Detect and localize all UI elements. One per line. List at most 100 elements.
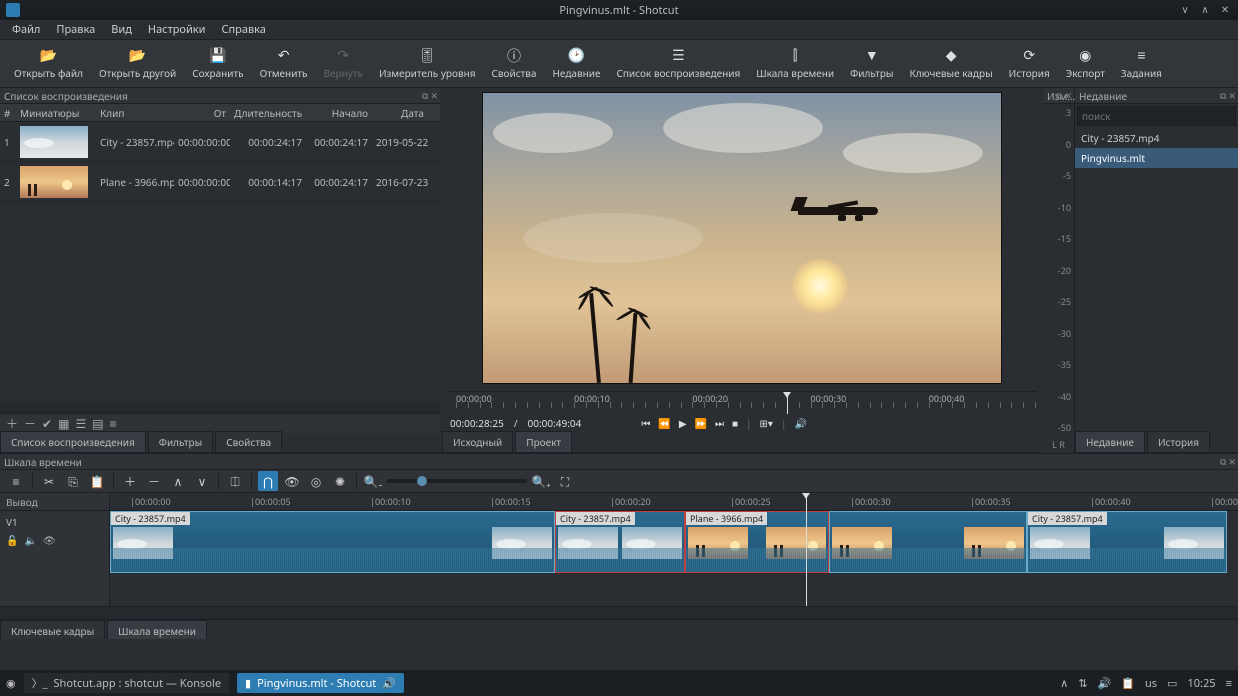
open-other-button[interactable]: 📂Открыть другой [91, 45, 184, 83]
ripple-icon[interactable]: ◎ [306, 471, 326, 491]
tray-menu-icon[interactable]: ≡ [1226, 676, 1232, 691]
save-button[interactable]: 💾Сохранить [184, 45, 251, 83]
col-date[interactable]: Дата [372, 104, 428, 122]
meter-button[interactable]: 🎚Измеритель уровня [371, 45, 484, 83]
col-start[interactable]: Начало [306, 104, 372, 122]
playlist-row[interactable]: 2Plane - 3966.mp400:00:00:0000:00:14:170… [0, 162, 440, 202]
tab-project[interactable]: Проект [515, 431, 572, 452]
col-thumb[interactable]: Миниатюры [16, 104, 96, 122]
col-index[interactable]: # [0, 104, 16, 122]
append-icon[interactable]: ＋ [120, 471, 140, 491]
recent-search-input[interactable] [1077, 106, 1236, 126]
lift-icon[interactable]: ∧ [168, 471, 188, 491]
panel-close-icon[interactable]: ✕ [430, 89, 438, 102]
playlist-hscroll[interactable] [0, 403, 440, 413]
overwrite-icon[interactable]: ∨ [192, 471, 212, 491]
tab-source[interactable]: Исходный [442, 431, 513, 452]
fast-forward-icon[interactable]: ⏩ [695, 416, 707, 430]
skip-start-icon[interactable]: ⏮ [641, 416, 650, 430]
pl-check-icon[interactable]: ✔ [42, 415, 52, 432]
tray-clock[interactable]: 10:25 [1187, 676, 1215, 691]
split-icon[interactable]: ⎅ [225, 471, 245, 491]
meter-undock-icon[interactable]: ⧉ [1056, 89, 1062, 102]
col-clip[interactable]: Клип [96, 104, 174, 122]
zoom-fit-timeline-icon[interactable]: ⛶ [555, 471, 575, 491]
pl-list-icon[interactable]: ☰ [75, 415, 86, 432]
tray-clipboard-icon[interactable]: 📋 [1121, 676, 1135, 691]
menu-file[interactable]: Файл [6, 20, 46, 39]
tasks-button[interactable]: ≡Задания [1113, 45, 1170, 83]
col-dur[interactable]: Длительность [230, 104, 306, 122]
preview[interactable] [442, 88, 1041, 391]
stop-icon[interactable]: ■ [732, 416, 738, 430]
timeline-hscroll[interactable] [0, 607, 1238, 619]
zoom-in-icon[interactable]: 🔍₊ [531, 471, 551, 491]
tl-output-row[interactable]: Вывод [0, 493, 109, 511]
menu-settings[interactable]: Настройки [142, 20, 212, 39]
recent-close-icon[interactable]: ✕ [1228, 89, 1236, 102]
track-lock-icon[interactable]: 🔓 [6, 533, 18, 547]
menu-edit[interactable]: Правка [50, 20, 101, 39]
task-konsole[interactable]: 〉_ Shotcut.app : shotcut — Konsole [24, 673, 229, 693]
close-icon[interactable]: ✕ [1218, 2, 1232, 16]
pl-add-icon[interactable]: ＋ [6, 415, 18, 432]
menu-help[interactable]: Справка [215, 20, 271, 39]
tab-properties[interactable]: Свойства [215, 431, 282, 452]
tray-network-icon[interactable]: ⇅ [1078, 676, 1087, 691]
timeline-clip[interactable]: City - 23857.mp4 [110, 511, 555, 573]
tab-history[interactable]: История [1147, 431, 1210, 452]
timeline-clip[interactable]: City - 23857.mp4 [555, 511, 685, 573]
ripple-all-icon[interactable]: ✺ [330, 471, 350, 491]
tab-filters[interactable]: Фильтры [148, 431, 213, 452]
recent-item[interactable]: Pingvinus.mlt [1075, 148, 1238, 168]
cut-icon[interactable]: ✂ [39, 471, 59, 491]
playhead[interactable] [806, 493, 807, 606]
zoom-fit-icon[interactable]: ⊞▾ [760, 416, 773, 430]
timeline-button[interactable]: ⫿Шкала времени [748, 45, 842, 83]
task-shotcut[interactable]: ▮ Pingvinus.mlt - Shotcut 🔊 [237, 673, 404, 693]
keyframes-button[interactable]: ◆Ключевые кадры [902, 45, 1001, 83]
timeline-ruler[interactable]: |00:00:00|00:00:05|00:00:10|00:00:15|00:… [110, 493, 1238, 511]
copy-icon[interactable]: ⎘ [63, 471, 83, 491]
playlist-button[interactable]: ☰Список воспроизведения [608, 45, 748, 83]
properties-button[interactable]: ⓘСвойства [484, 45, 545, 83]
app-launcher-icon[interactable]: ◉ [6, 676, 16, 691]
tab-timeline[interactable]: Шкала времени [107, 620, 207, 639]
track-mute-icon[interactable]: 🔈 [24, 533, 36, 547]
tray-volume-icon[interactable]: 🔊 [1098, 676, 1112, 691]
track-header-v1[interactable]: V1 🔓 🔈 👁 [0, 511, 109, 573]
history-button[interactable]: ⟳История [1001, 45, 1058, 83]
preview-marker[interactable] [787, 392, 788, 414]
paste-icon[interactable]: 📋 [87, 471, 107, 491]
tl-undock-icon[interactable]: ⧉ [1220, 455, 1226, 468]
recent-undock-icon[interactable]: ⧉ [1220, 89, 1226, 102]
maximize-icon[interactable]: ∧ [1198, 2, 1212, 16]
playlist-row[interactable]: 1City - 23857.mp400:00:00:0000:00:24:170… [0, 122, 440, 162]
undo-button[interactable]: ↶Отменить [252, 45, 316, 83]
recent-button[interactable]: 🕑Недавние [544, 45, 608, 83]
col-in[interactable]: От [174, 104, 230, 122]
remove-icon[interactable]: － [144, 471, 164, 491]
skip-end-icon[interactable]: ⏭ [715, 416, 724, 430]
recent-item[interactable]: City - 23857.mp4 [1075, 128, 1238, 148]
volume-icon[interactable]: 🔊 [794, 416, 806, 430]
tl-close-icon[interactable]: ✕ [1228, 455, 1236, 468]
export-button[interactable]: ◉Экспорт [1058, 45, 1113, 83]
open-file-button[interactable]: 📂Открыть файл [6, 45, 91, 83]
timeline-clip[interactable]: Plane - 3966.mp4 [685, 511, 829, 573]
minimize-icon[interactable]: ∨ [1178, 2, 1192, 16]
zoom-out-icon[interactable]: 🔍₋ [363, 471, 383, 491]
snap-icon[interactable]: ⋂ [258, 471, 278, 491]
zoom-slider[interactable] [387, 479, 527, 483]
play-icon[interactable]: ▶ [679, 416, 687, 430]
timeline-clip[interactable] [829, 511, 1027, 573]
tab-keyframes[interactable]: Ключевые кадры [0, 620, 105, 639]
timeline-clip[interactable]: City - 23857.mp4 [1027, 511, 1227, 573]
pl-tiles-icon[interactable]: ▤ [92, 415, 103, 432]
scrub-icon[interactable]: 👁 [282, 471, 302, 491]
timecode-current[interactable]: 00:00:28:25 [450, 416, 504, 430]
preview-ruler[interactable]: 00:00:0000:00:1000:00:2000:00:3000:00:40 [446, 391, 1037, 413]
rewind-icon[interactable]: ⏪ [658, 416, 670, 430]
pl-remove-icon[interactable]: － [24, 415, 36, 432]
track-hide-icon[interactable]: 👁 [43, 533, 56, 547]
